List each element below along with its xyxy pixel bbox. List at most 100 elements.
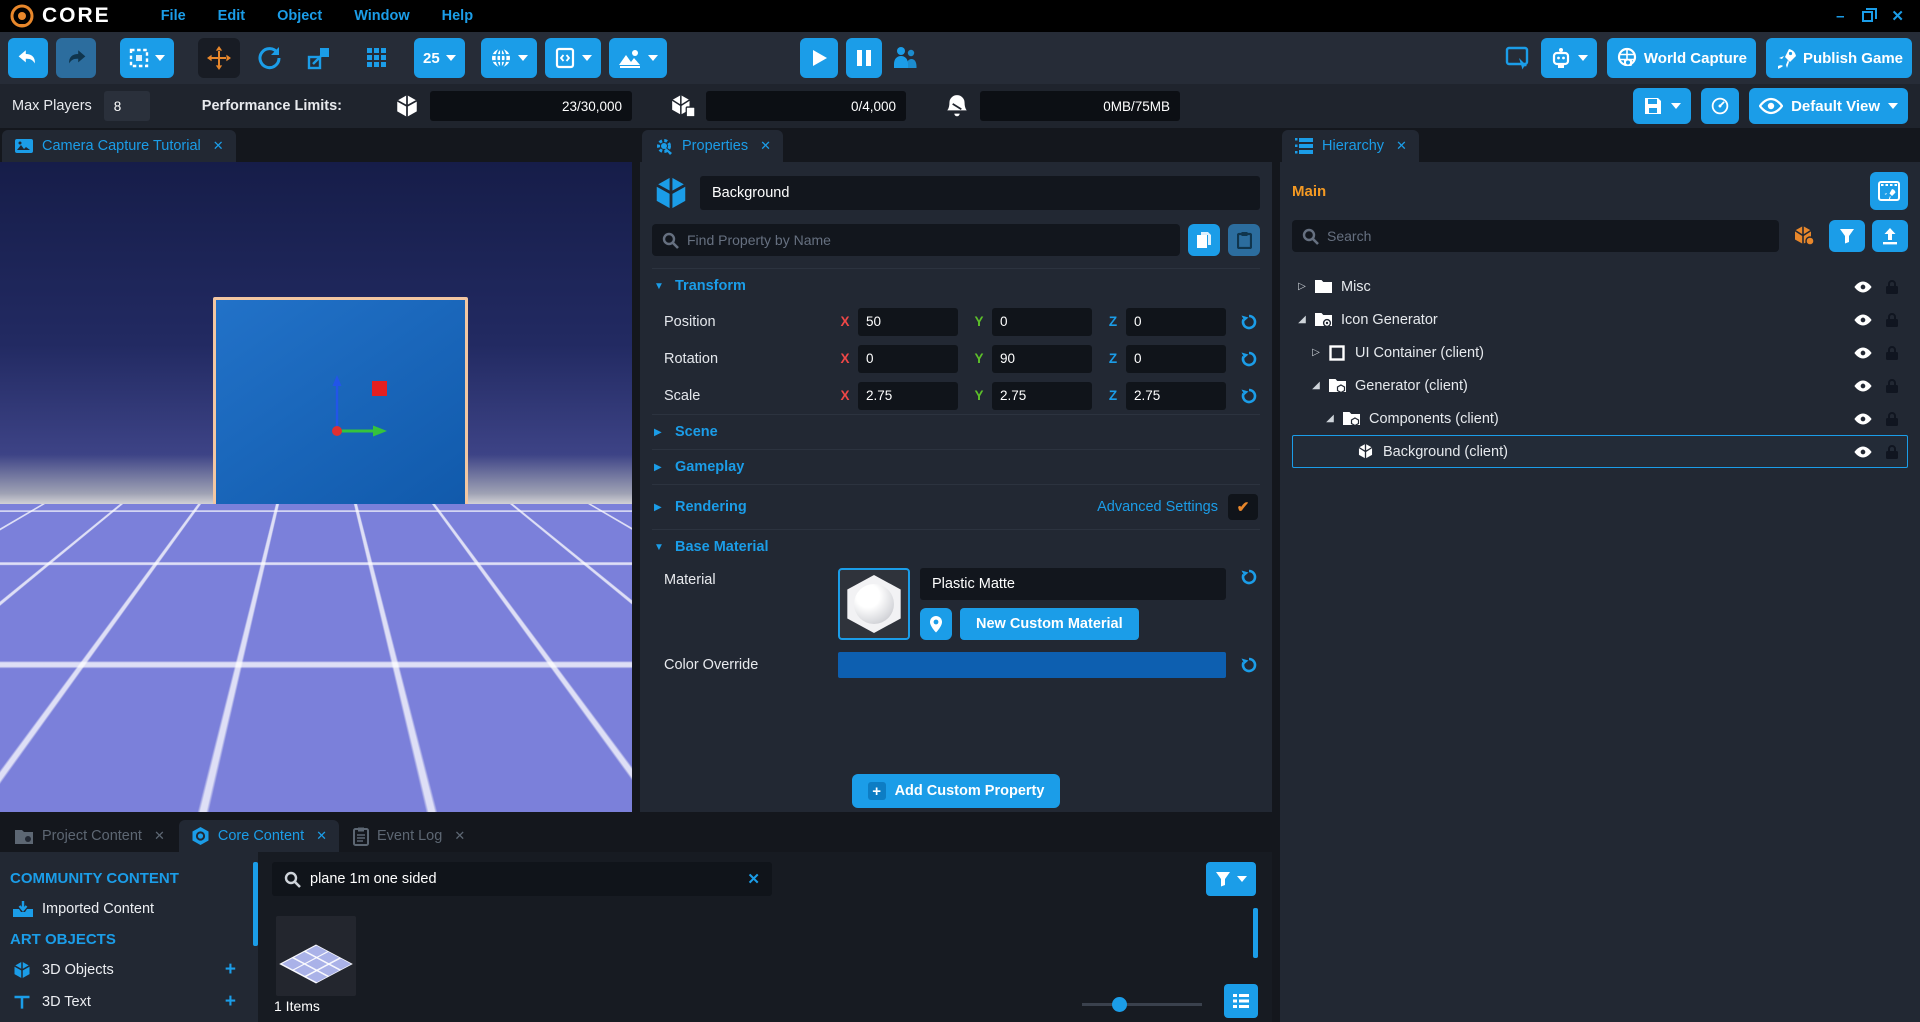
snap-size-dropdown[interactable]: 25 (414, 38, 465, 78)
menu-file[interactable]: File (161, 8, 186, 24)
visibility-eye-icon[interactable] (1853, 412, 1873, 426)
minimize-button[interactable]: – (1836, 9, 1844, 24)
position-x-field[interactable] (858, 308, 958, 336)
rotation-y-field[interactable] (992, 345, 1092, 373)
close-icon[interactable]: ✕ (760, 138, 771, 154)
play-button[interactable] (800, 38, 838, 78)
terrain-dropdown[interactable] (609, 38, 667, 78)
thumbnail-size-slider[interactable] (1082, 1003, 1202, 1006)
lock-icon[interactable] (1885, 378, 1899, 394)
lock-icon[interactable] (1885, 279, 1899, 295)
property-search-input[interactable] (687, 232, 1170, 248)
world-capture-button[interactable]: World Capture (1607, 38, 1756, 78)
position-z-field[interactable] (1126, 308, 1226, 336)
sidebar-item-3d-objects[interactable]: 3D Objects + (0, 954, 258, 986)
scale-x-field[interactable] (858, 382, 958, 410)
scale-tool-button[interactable] (298, 38, 340, 78)
visibility-eye-icon[interactable] (1853, 280, 1873, 294)
scene-section-header[interactable]: ▶ Scene (652, 414, 1260, 449)
screen-share-icon[interactable] (1505, 46, 1531, 70)
clear-search-icon[interactable]: ✕ (747, 870, 760, 888)
visibility-eye-icon[interactable] (1853, 313, 1873, 327)
save-dropdown[interactable] (1633, 88, 1691, 124)
restore-button[interactable] (1862, 11, 1873, 22)
menu-help[interactable]: Help (442, 8, 473, 24)
reset-position-icon[interactable] (1240, 313, 1258, 331)
close-icon[interactable]: ✕ (454, 828, 465, 844)
copy-properties-button[interactable] (1188, 224, 1220, 256)
lock-icon[interactable] (1885, 345, 1899, 361)
rendering-section-header[interactable]: ▶ Rendering Advanced Settings ✔ (652, 484, 1260, 529)
menu-object[interactable]: Object (277, 8, 322, 24)
add-3d-object-button[interactable]: + (225, 959, 236, 981)
menu-window[interactable]: Window (354, 8, 409, 24)
undo-button[interactable] (8, 38, 48, 78)
view-mode-dropdown[interactable]: Default View (1749, 88, 1908, 124)
scale-y-field[interactable] (992, 382, 1092, 410)
close-icon[interactable]: ✕ (154, 828, 165, 844)
move-tool-button[interactable] (198, 38, 240, 78)
close-icon[interactable]: ✕ (213, 138, 224, 154)
visibility-eye-icon[interactable] (1853, 445, 1873, 459)
core-content-tab[interactable]: Core Content ✕ (179, 820, 339, 852)
visibility-eye-icon[interactable] (1853, 379, 1873, 393)
scale-z-field[interactable] (1126, 382, 1226, 410)
close-icon[interactable]: ✕ (1396, 138, 1407, 154)
reset-color-icon[interactable] (1240, 656, 1258, 674)
hierarchy-search-input[interactable] (1327, 228, 1769, 244)
lock-icon[interactable] (1885, 411, 1899, 427)
expander-collapsed-icon[interactable]: ▷ (1309, 347, 1323, 358)
content-search[interactable]: ✕ (272, 862, 772, 896)
material-name-field[interactable]: Plastic Matte (920, 568, 1226, 600)
rotation-x-field[interactable] (858, 345, 958, 373)
sidebar-item-3d-text[interactable]: 3D Text + (0, 986, 258, 1018)
tree-row-icon-generator[interactable]: ◢ Icon Generator (1292, 303, 1908, 336)
visibility-eye-icon[interactable] (1853, 346, 1873, 360)
position-y-field[interactable] (992, 308, 1092, 336)
pause-button[interactable] (846, 38, 882, 78)
transform-section-header[interactable]: ▼ Transform (652, 268, 1260, 303)
event-log-tab[interactable]: Event Log ✕ (341, 820, 477, 852)
lock-icon[interactable] (1885, 444, 1899, 460)
max-players-value[interactable]: 8 (104, 91, 150, 121)
browse-material-button[interactable] (920, 608, 952, 640)
hierarchy-search[interactable] (1292, 220, 1779, 252)
properties-tab[interactable]: Properties ✕ (642, 130, 783, 162)
selection-mode-dropdown[interactable] (120, 38, 174, 78)
tree-row-misc[interactable]: ▷ Misc (1292, 270, 1908, 303)
3d-viewport[interactable] (0, 162, 632, 812)
plane-asset-thumbnail[interactable] (276, 916, 356, 996)
publish-game-button[interactable]: Publish Game (1766, 38, 1912, 78)
grid-snap-button[interactable] (356, 38, 398, 78)
hierarchy-filter-button[interactable] (1829, 220, 1865, 252)
publish-content-button[interactable] (1872, 220, 1908, 252)
screenshot-generator-button[interactable] (1870, 172, 1908, 210)
content-scrollbar[interactable] (1253, 908, 1258, 958)
project-content-tab[interactable]: Project Content ✕ (2, 820, 177, 852)
redo-button[interactable] (56, 38, 96, 78)
hierarchy-tab[interactable]: Hierarchy ✕ (1282, 130, 1419, 162)
base-material-section-header[interactable]: ▼ Base Material (652, 529, 1260, 564)
menu-edit[interactable]: Edit (218, 8, 245, 24)
content-filter-dropdown[interactable] (1206, 862, 1256, 896)
add-3d-text-button[interactable]: + (225, 991, 236, 1013)
reset-scale-icon[interactable] (1240, 387, 1258, 405)
tree-row-components[interactable]: ◢ Components (client) (1292, 402, 1908, 435)
multiplayer-preview-icon[interactable] (890, 44, 920, 72)
object-name-field[interactable] (700, 176, 1260, 210)
add-custom-property-button[interactable]: + Add Custom Property (852, 774, 1061, 808)
reset-rotation-icon[interactable] (1240, 350, 1258, 368)
sidebar-item-imported-content[interactable]: Imported Content (0, 893, 258, 925)
rotation-z-field[interactable] (1126, 345, 1226, 373)
expander-expanded-icon[interactable]: ◢ (1295, 314, 1309, 325)
world-settings-dropdown[interactable] (481, 38, 537, 78)
slider-knob[interactable] (1112, 997, 1127, 1012)
gameplay-section-header[interactable]: ▶ Gameplay (652, 449, 1260, 484)
advanced-settings-checkbox[interactable]: ✔ (1228, 494, 1258, 520)
close-window-button[interactable]: ✕ (1891, 9, 1904, 24)
tree-row-generator[interactable]: ◢ Generator (client) (1292, 369, 1908, 402)
network-context-filter-button[interactable] (1786, 220, 1822, 252)
paste-properties-button[interactable] (1228, 224, 1260, 256)
new-custom-material-button[interactable]: New Custom Material (960, 608, 1139, 640)
expander-expanded-icon[interactable]: ◢ (1309, 380, 1323, 391)
